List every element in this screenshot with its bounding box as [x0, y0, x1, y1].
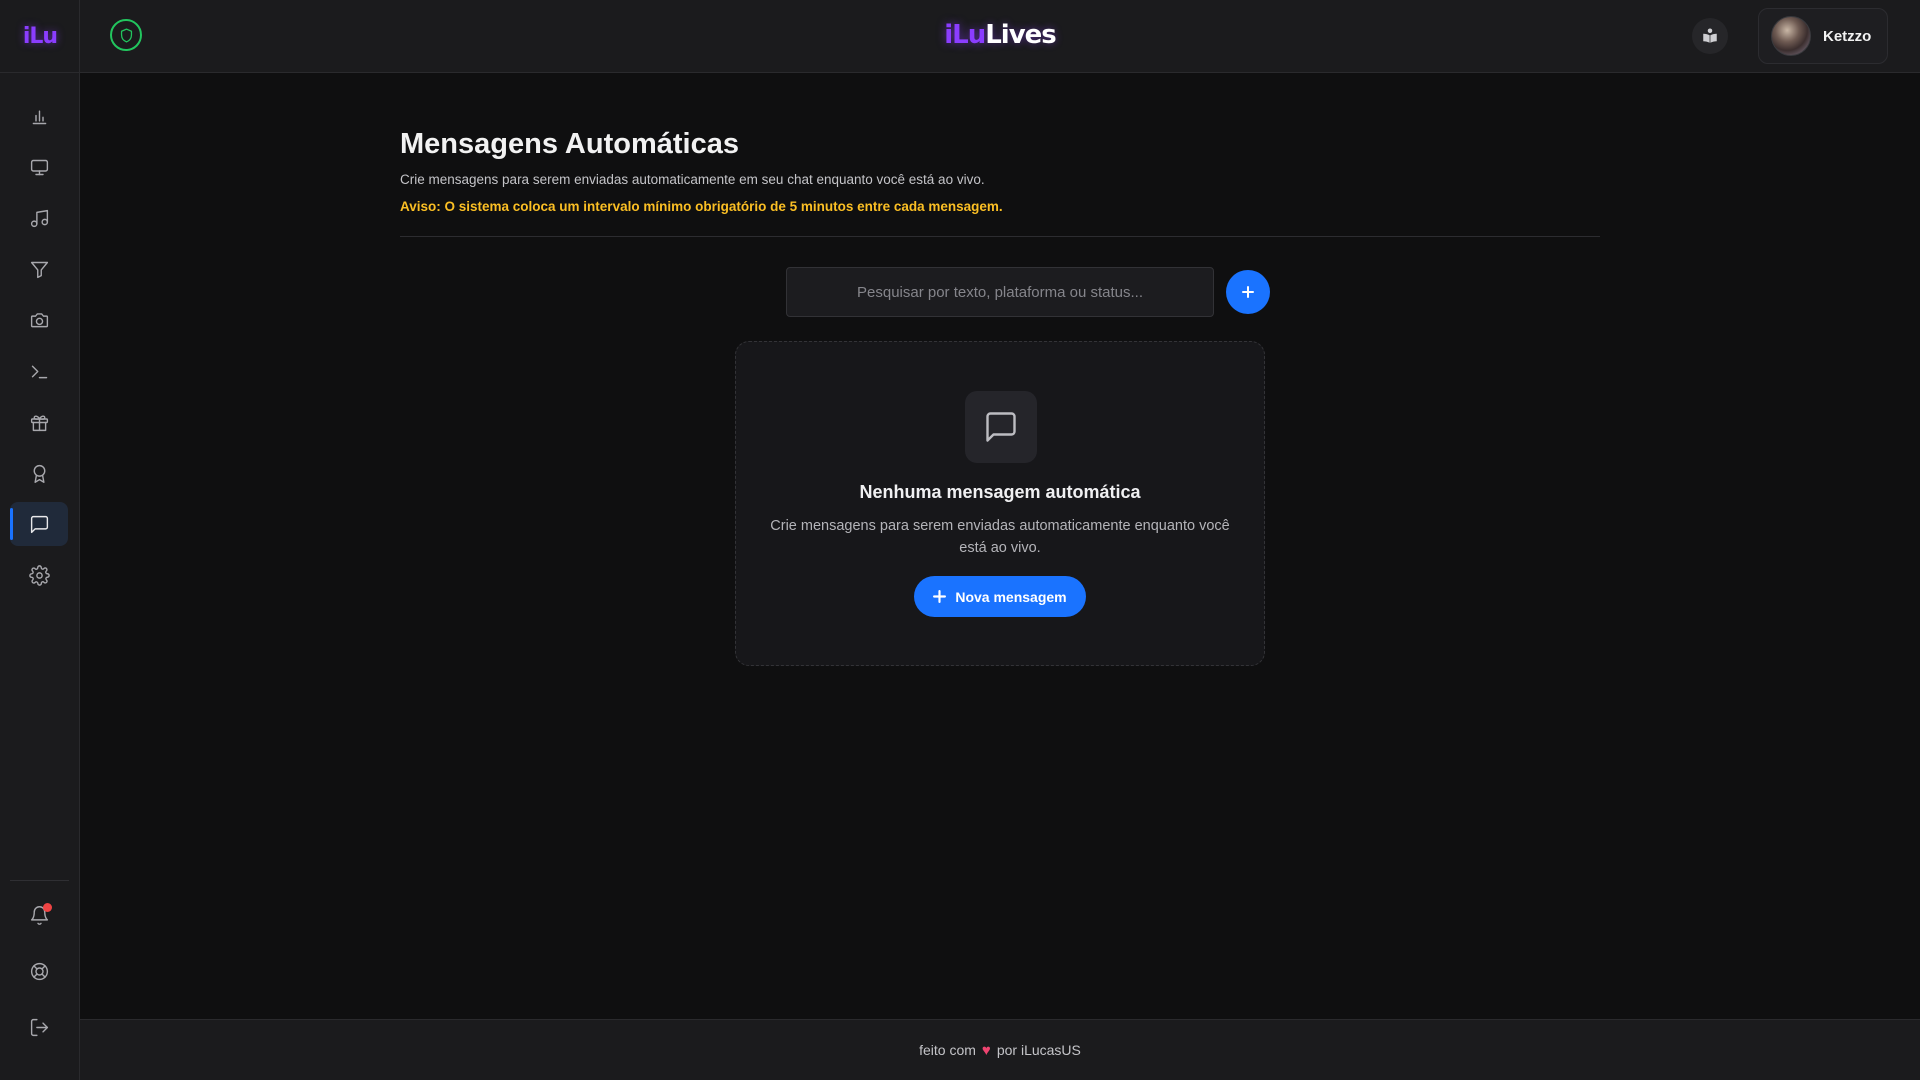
sidebar-divider — [10, 880, 69, 881]
plus-icon — [933, 590, 947, 603]
footer-prefix: feito com — [919, 1042, 976, 1058]
footer-suffix: por iLucasUS — [996, 1042, 1081, 1058]
nav-filters[interactable] — [10, 247, 68, 291]
empty-state-card: Nenhuma mensagem automática Crie mensage… — [735, 341, 1265, 666]
app-logo[interactable]: iLu — [0, 0, 80, 73]
nav-achievements[interactable] — [10, 451, 68, 495]
avatar — [1771, 16, 1811, 56]
notifications-button[interactable] — [10, 893, 68, 937]
music-icon — [30, 209, 48, 227]
new-message-label: Nova mensagem — [955, 588, 1067, 605]
nav-auto-messages[interactable] — [10, 502, 68, 546]
shield-icon — [120, 27, 132, 43]
camera-icon — [30, 312, 48, 327]
footer: feito com ♥ por iLucasUS — [80, 1019, 1920, 1080]
page-subtitle: Crie mensagens para serem enviadas autom… — [400, 172, 985, 187]
book-icon — [1703, 28, 1717, 43]
security-status[interactable] — [110, 19, 142, 51]
brand-suffix: Lives — [985, 20, 1057, 50]
brand-logo: iLuLives — [80, 20, 1920, 50]
empty-state-icon-box — [965, 391, 1037, 463]
nav-overlays[interactable] — [10, 145, 68, 189]
nav-rewards[interactable] — [10, 400, 68, 444]
notification-dot — [43, 903, 52, 912]
gift-icon — [30, 415, 48, 431]
terminal-icon — [31, 365, 47, 378]
logout-button[interactable] — [10, 1005, 68, 1049]
book-button[interactable] — [1692, 18, 1728, 54]
sidebar: iLu — [0, 0, 80, 1080]
add-message-button[interactable] — [1226, 270, 1270, 314]
award-icon — [33, 464, 45, 483]
nav-dashboard[interactable] — [10, 94, 68, 138]
plus-icon — [1242, 286, 1254, 298]
bar-chart-icon — [32, 110, 46, 124]
brand-prefix: iLu — [944, 20, 986, 50]
page-title: Mensagens Automáticas — [400, 128, 739, 160]
support-button[interactable] — [10, 949, 68, 993]
log-out-icon — [30, 1018, 48, 1036]
interval-warning: Aviso: O sistema coloca um intervalo mín… — [400, 199, 1003, 214]
user-name: Ketzzo — [1823, 27, 1872, 45]
message-square-icon — [986, 412, 1016, 442]
message-square-icon — [30, 515, 48, 533]
filter-icon — [30, 261, 48, 278]
gear-icon — [28, 564, 50, 586]
user-menu[interactable]: Ketzzo — [1758, 8, 1888, 64]
nav-music[interactable] — [10, 196, 68, 240]
search-input[interactable] — [786, 267, 1214, 317]
new-message-button[interactable]: Nova mensagem — [914, 576, 1086, 617]
nav-settings[interactable] — [10, 553, 68, 597]
life-buoy-icon — [30, 962, 48, 980]
heart-icon: ♥ — [981, 1041, 991, 1059]
nav-commands[interactable] — [10, 349, 68, 393]
logo-text: iLu — [22, 23, 58, 49]
empty-state-title: Nenhuma mensagem automática — [859, 482, 1141, 502]
top-header: iLuLives Ketzzo — [80, 0, 1920, 73]
section-divider — [400, 236, 1600, 237]
monitor-icon — [30, 159, 48, 175]
empty-state-description: Crie mensagens para serem enviadas autom… — [770, 518, 1230, 556]
nav-camera[interactable] — [10, 298, 68, 342]
